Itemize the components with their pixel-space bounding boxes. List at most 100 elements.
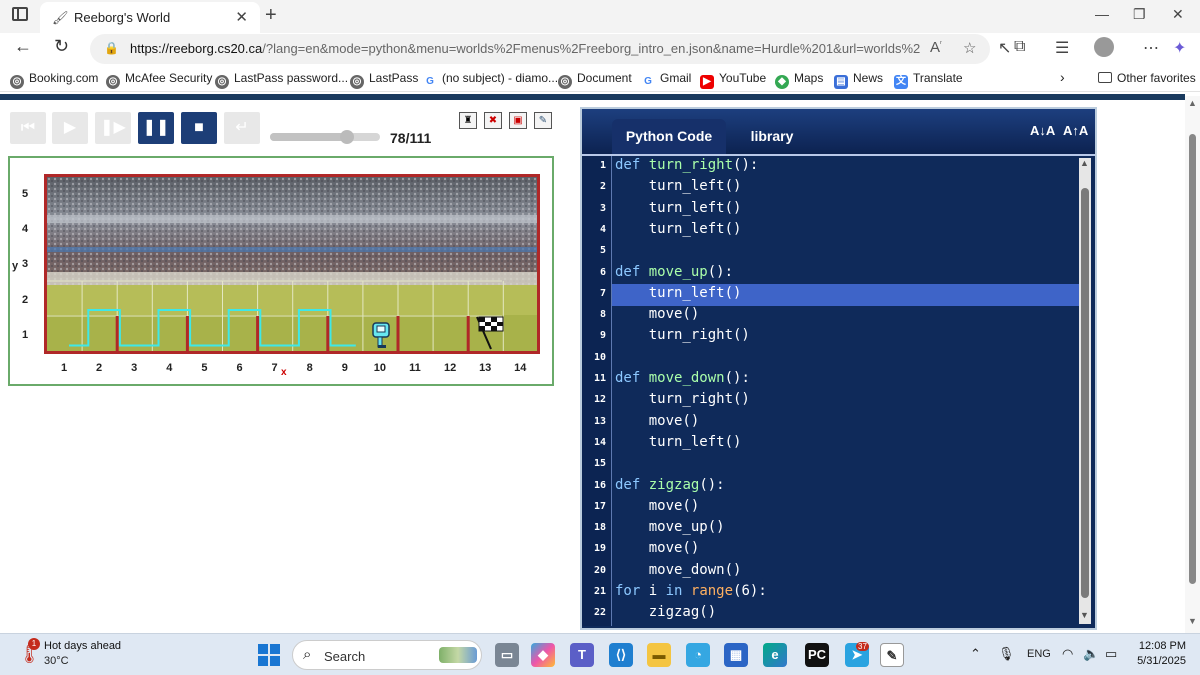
- copilot-app-icon[interactable]: ◆: [531, 643, 555, 667]
- editor-scrollbar[interactable]: ▲ ▼: [1079, 158, 1091, 624]
- close-window-icon[interactable]: ✕: [1172, 6, 1184, 23]
- globe-icon: ◎: [350, 75, 364, 89]
- vscode-icon[interactable]: ⟨⟩: [609, 643, 633, 667]
- line-number: 6: [599, 266, 606, 278]
- bookmark-gmail-subject[interactable]: G (no subject) - diamo...: [423, 71, 558, 89]
- run-button[interactable]: ▶: [52, 112, 88, 144]
- bookmarks-chevron-right-icon[interactable]: ›: [1060, 69, 1065, 85]
- notepad-icon[interactable]: ✎: [880, 643, 904, 667]
- teams-icon[interactable]: T: [570, 643, 594, 667]
- scroll-up-icon[interactable]: ▲: [1080, 158, 1089, 168]
- bookmark-mcafee[interactable]: ◎ McAfee Security: [106, 71, 212, 89]
- font-larger-button[interactable]: A↑A: [1063, 123, 1088, 138]
- bookmark-translate[interactable]: 文 Translate: [894, 71, 963, 89]
- edge-icon[interactable]: e: [763, 643, 787, 667]
- line-number: 1: [599, 160, 606, 171]
- wifi-icon[interactable]: ◠: [1062, 646, 1073, 662]
- clock-time: 12:08 PM: [1138, 640, 1186, 652]
- restore-window-icon[interactable]: ❐: [1133, 6, 1146, 23]
- editor-scrollbar-thumb[interactable]: [1081, 188, 1089, 598]
- line-number: 20: [593, 564, 606, 576]
- x-tick: 4: [166, 362, 173, 374]
- weather-title: Hot days ahead: [44, 640, 122, 652]
- edit-world-button[interactable]: ▣: [509, 112, 527, 129]
- step-back-button[interactable]: ↵: [224, 112, 260, 144]
- clock[interactable]: 12:08 PM 5/31/2025: [1130, 640, 1186, 667]
- minimize-window-icon[interactable]: —: [1095, 6, 1109, 22]
- favorites-icon[interactable]: ☰: [1055, 38, 1069, 58]
- tab-actions-icon[interactable]: [12, 7, 28, 21]
- code-line: turn_right(): [615, 391, 750, 408]
- font-smaller-button[interactable]: A↓A: [1030, 123, 1055, 138]
- line-number: 16: [593, 479, 606, 491]
- bookmark-booking[interactable]: ◎ Booking.com: [10, 71, 98, 89]
- pause-button[interactable]: ❚❚: [138, 112, 174, 144]
- bookmark-document[interactable]: ◎ Document: [558, 71, 632, 89]
- bookmark-maps[interactable]: ◆ Maps: [775, 71, 823, 89]
- language-indicator[interactable]: ENG: [1027, 648, 1051, 660]
- bookmark-lastpass-password[interactable]: ◎ LastPass password...: [215, 71, 348, 89]
- page-scrollbar-thumb[interactable]: [1189, 134, 1196, 584]
- scroll-down-icon[interactable]: ▼: [1080, 610, 1089, 620]
- slider-knob[interactable]: [340, 130, 354, 144]
- playback-speed-slider[interactable]: [270, 130, 380, 144]
- more-menu-icon[interactable]: ⋯: [1143, 38, 1159, 58]
- bookmark-youtube[interactable]: ▶ YouTube: [700, 71, 766, 89]
- robot-model-button[interactable]: ♜: [459, 112, 477, 129]
- globe-icon: ◎: [10, 75, 24, 89]
- extensions-icon[interactable]: ⧉: [1014, 38, 1025, 56]
- google-icon: G: [423, 75, 437, 89]
- search-icon: ⌕: [303, 646, 312, 663]
- code-line: for i in range(6):: [615, 583, 767, 599]
- browser-tab-active[interactable]: 🖌 Reeborg's World ✕: [40, 2, 260, 33]
- line-number: 18: [593, 522, 606, 534]
- taskbar-search[interactable]: ⌕ Search: [292, 640, 482, 670]
- page-scrollbar[interactable]: ▲ ▼: [1185, 96, 1200, 633]
- copilot-icon[interactable]: ✦: [1173, 38, 1186, 58]
- code-line: def zigzag():: [615, 476, 725, 493]
- x-tick: 6: [236, 362, 243, 374]
- microphone-icon[interactable]: 🎙: [998, 646, 1015, 662]
- notes-button[interactable]: ✎: [534, 112, 552, 129]
- new-tab-icon[interactable]: +: [265, 4, 277, 27]
- scroll-up-icon[interactable]: ▲: [1188, 98, 1197, 108]
- x-tick: 5: [201, 362, 208, 374]
- reload-button[interactable]: ⏮: [10, 112, 46, 144]
- code-line: turn_left(): [615, 178, 742, 195]
- other-favorites-folder[interactable]: Other favorites: [1098, 71, 1196, 85]
- close-tab-icon[interactable]: ✕: [235, 8, 248, 26]
- bookmark-news[interactable]: ▤ News: [834, 71, 883, 89]
- volume-icon[interactable]: 🔈: [1083, 646, 1099, 662]
- code-line: move(): [615, 497, 700, 514]
- battery-icon[interactable]: ▭: [1105, 646, 1117, 662]
- clear-world-button[interactable]: ✖: [484, 112, 502, 129]
- stop-button[interactable]: ■: [181, 112, 217, 144]
- task-view-icon[interactable]: ▭: [495, 643, 519, 667]
- store-icon[interactable]: ▦: [724, 643, 748, 667]
- hurdle-wall: [185, 316, 189, 351]
- widget-app-icon[interactable]: ◔: [686, 643, 710, 667]
- address-bar[interactable]: 🔒 https://reeborg.cs20.ca/?lang=en&mode=…: [90, 34, 990, 64]
- pycharm-icon[interactable]: PC: [805, 643, 829, 667]
- code-line: turn_right(): [615, 327, 750, 344]
- tab-python-code[interactable]: Python Code: [612, 119, 726, 155]
- read-aloud-icon[interactable]: Aʳ: [930, 39, 942, 56]
- tab-library[interactable]: library: [732, 119, 812, 153]
- windows-start-icon[interactable]: [258, 644, 280, 666]
- back-icon[interactable]: ←: [14, 36, 32, 57]
- line-number: 11: [593, 373, 606, 384]
- tray-chevron-up-icon[interactable]: ⌃: [970, 646, 981, 662]
- bookmark-gmail[interactable]: G Gmail: [641, 71, 691, 89]
- code-line: zigzag(): [615, 604, 717, 621]
- file-explorer-icon[interactable]: ▬: [647, 643, 671, 667]
- scroll-down-icon[interactable]: ▼: [1188, 616, 1197, 626]
- profile-avatar-icon[interactable]: [1094, 37, 1114, 57]
- refresh-icon[interactable]: ↻: [54, 36, 69, 57]
- play-icon: ▶: [63, 119, 77, 136]
- x-tick: 1: [60, 362, 68, 374]
- favorite-star-icon[interactable]: ☆: [963, 39, 976, 57]
- code-editor[interactable]: 1 2 3 4 5 6 7 8 9 10 11 12 13 14 15 16 17 18 19 20 21 22 def …: [582, 154, 1095, 628]
- step-button[interactable]: ❚▶: [95, 112, 131, 144]
- bookmark-lastpass[interactable]: ◎ LastPass: [350, 71, 418, 89]
- lock-icon: 🔒: [104, 41, 119, 55]
